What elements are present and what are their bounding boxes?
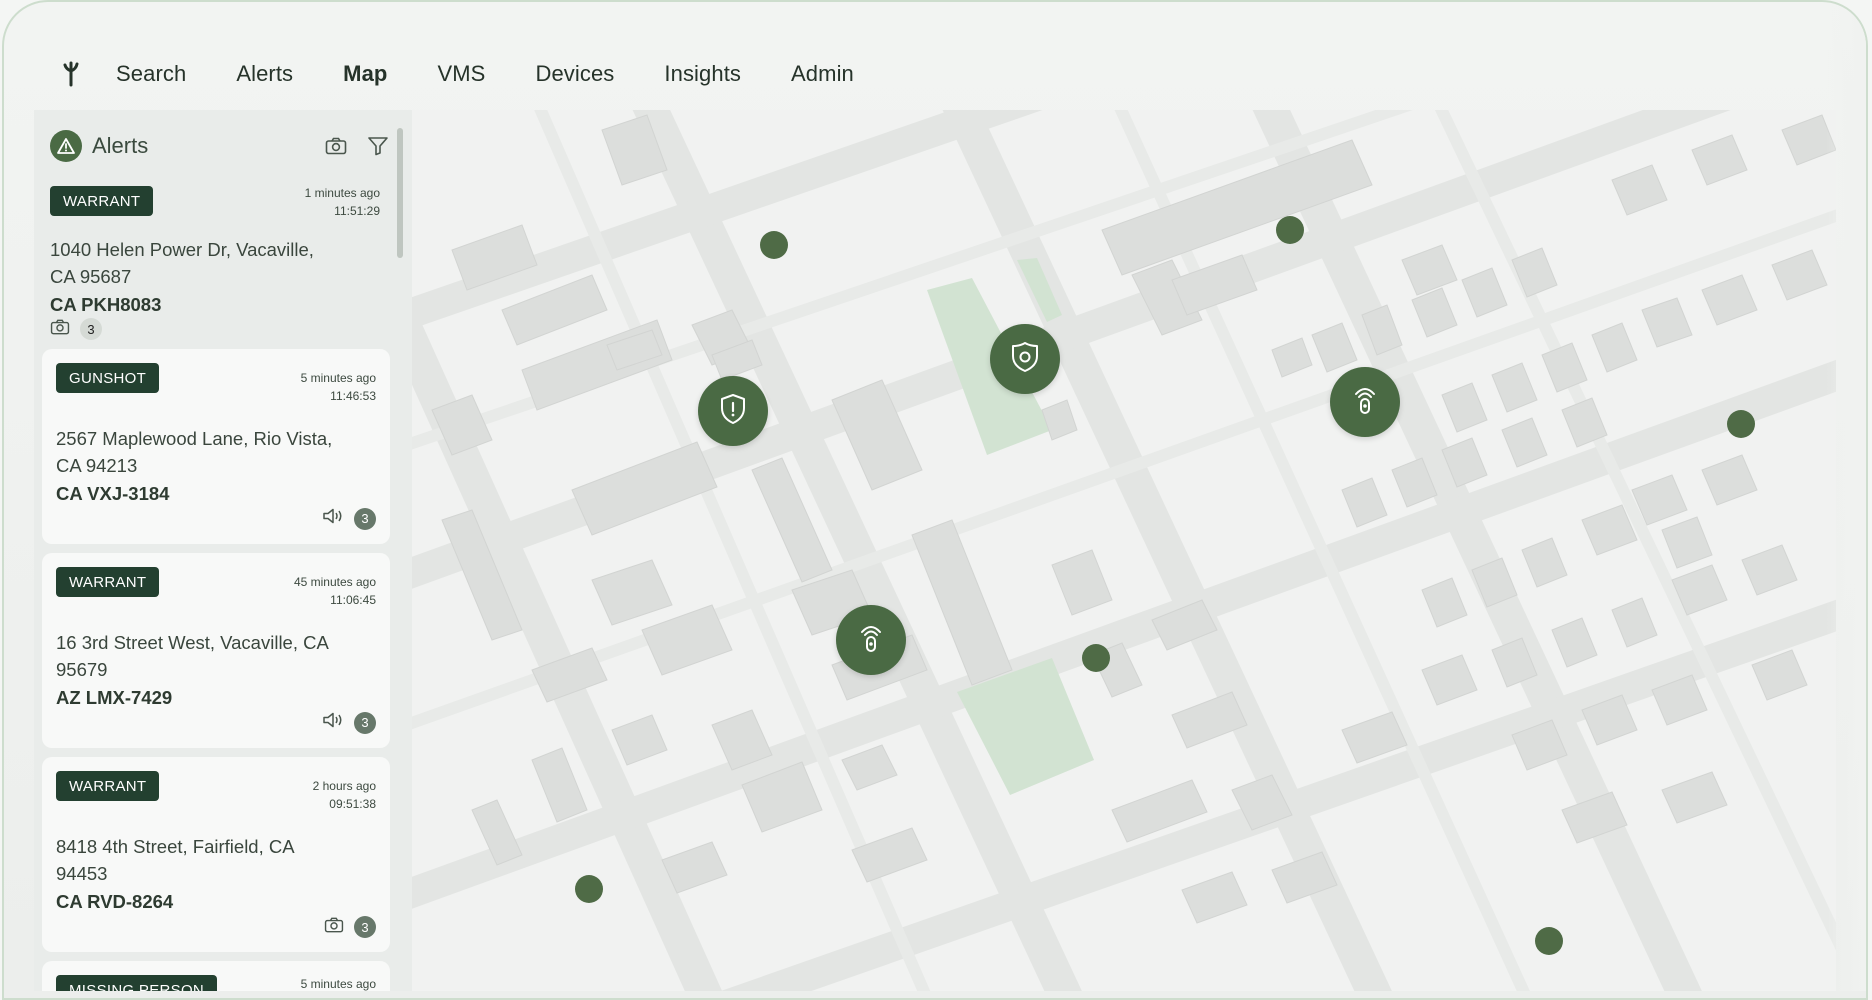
alerts-sidebar[interactable]: Alerts WARRANT 1 minutes ago 11:51:29 10… — [34, 110, 412, 991]
alert-plate: AZ LMX-7429 — [56, 687, 173, 708]
map-point[interactable] — [1082, 644, 1110, 672]
edge-fade — [1826, 2, 1866, 991]
alert-clock: 11:06:45 — [330, 593, 376, 607]
alert-card[interactable]: GUNSHOT 5 minutes ago 11:46:53 2567 Mapl… — [42, 349, 390, 544]
marker-shield-alert[interactable] — [698, 376, 768, 446]
alert-badge: WARRANT — [56, 771, 160, 801]
alert-time: 1 minutes ago 11:51:29 — [305, 184, 380, 220]
map-view[interactable] — [412, 110, 1836, 991]
marker-police-badge[interactable] — [990, 324, 1060, 394]
alert-clock: 11:46:53 — [330, 389, 376, 403]
alert-ago: 2 hours ago — [312, 779, 376, 793]
nav-vms[interactable]: VMS — [437, 61, 485, 87]
map-base — [412, 110, 1836, 991]
sensor-icon — [856, 622, 886, 659]
media-count: 3 — [354, 711, 376, 734]
nav-admin[interactable]: Admin — [791, 61, 854, 87]
camera-icon[interactable] — [50, 319, 70, 340]
alert-badge: WARRANT — [56, 567, 160, 597]
alert-time: 2 hours ago 09:51:38 — [313, 777, 376, 813]
sensor-icon — [1350, 384, 1380, 421]
alert-address: 2567 Maplewood Lane, Rio Vista, CA 94213 — [56, 428, 333, 476]
map-point[interactable] — [1276, 216, 1304, 244]
alerts-header: Alerts — [50, 128, 390, 164]
media-count: 3 — [80, 318, 102, 340]
alert-badge: WARRANT — [50, 186, 154, 216]
alert-media: 3 — [50, 318, 102, 340]
app-window: Search Alerts Map VMS Devices Insights A… — [2, 0, 1868, 1000]
nav-devices[interactable]: Devices — [535, 61, 614, 87]
sidebar-scrollbar[interactable] — [397, 128, 403, 258]
filter-icon[interactable] — [366, 134, 390, 158]
alert-card[interactable]: WARRANT 2 hours ago 09:51:38 8418 4th St… — [42, 757, 390, 952]
alert-clock: 09:51:38 — [329, 797, 376, 811]
media-count: 3 — [354, 507, 376, 530]
police-badge-icon — [1010, 341, 1040, 378]
alert-address: 1040 Helen Power Dr, Vacaville, CA 95687 — [50, 239, 314, 287]
map-point[interactable] — [1727, 410, 1755, 438]
alerts-title: Alerts — [92, 133, 149, 158]
map-point[interactable] — [575, 875, 603, 903]
alert-ago: 5 minutes ago — [300, 371, 376, 385]
alert-card[interactable]: WARRANT 45 minutes ago 11:06:45 16 3rd S… — [42, 553, 390, 748]
alert-plate: CA VXJ-3184 — [56, 483, 170, 504]
speaker-icon[interactable] — [322, 711, 344, 734]
shield-alert-icon — [719, 393, 747, 430]
alert-plate: CA PKH8083 — [50, 294, 162, 315]
alert-card[interactable]: WARRANT 1 minutes ago 11:51:29 1040 Hele… — [42, 172, 390, 342]
alert-clock: 11:51:29 — [334, 204, 380, 218]
marker-sensor[interactable] — [1330, 367, 1400, 437]
alert-address: 8418 4th Street, Fairfield, CA 94453 — [56, 836, 294, 884]
alert-media: 3 — [322, 507, 376, 530]
alert-plate: CA RVD-8264 — [56, 891, 174, 912]
warning-icon — [50, 130, 82, 162]
top-nav: Search Alerts Map VMS Devices Insights A… — [34, 38, 1834, 110]
alert-time: 5 minutes ago 11:46:53 — [301, 369, 376, 405]
alert-badge: GUNSHOT — [56, 363, 160, 393]
logo-icon[interactable] — [56, 59, 86, 89]
alert-ago: 1 minutes ago — [304, 186, 380, 200]
alert-ago: 45 minutes ago — [293, 575, 376, 589]
map-point[interactable] — [760, 231, 788, 259]
camera-filter-icon[interactable] — [324, 134, 348, 158]
alert-address: 16 3rd Street West, Vacaville, CA 95679 — [56, 632, 328, 680]
alert-time: 45 minutes ago 11:06:45 — [294, 573, 376, 609]
map-point[interactable] — [1535, 927, 1563, 955]
camera-icon[interactable] — [324, 917, 344, 938]
nav-insights[interactable]: Insights — [664, 61, 741, 87]
marker-sensor[interactable] — [836, 605, 906, 675]
speaker-icon[interactable] — [322, 507, 344, 530]
nav-map[interactable]: Map — [343, 61, 387, 87]
alert-media: 3 — [322, 711, 376, 734]
nav-search[interactable]: Search — [116, 61, 186, 87]
nav-alerts[interactable]: Alerts — [236, 61, 293, 87]
alert-card[interactable]: MISSING PERSON 5 minutes ago — [42, 961, 390, 991]
media-count: 3 — [354, 916, 376, 938]
alert-media: 3 — [324, 916, 376, 938]
